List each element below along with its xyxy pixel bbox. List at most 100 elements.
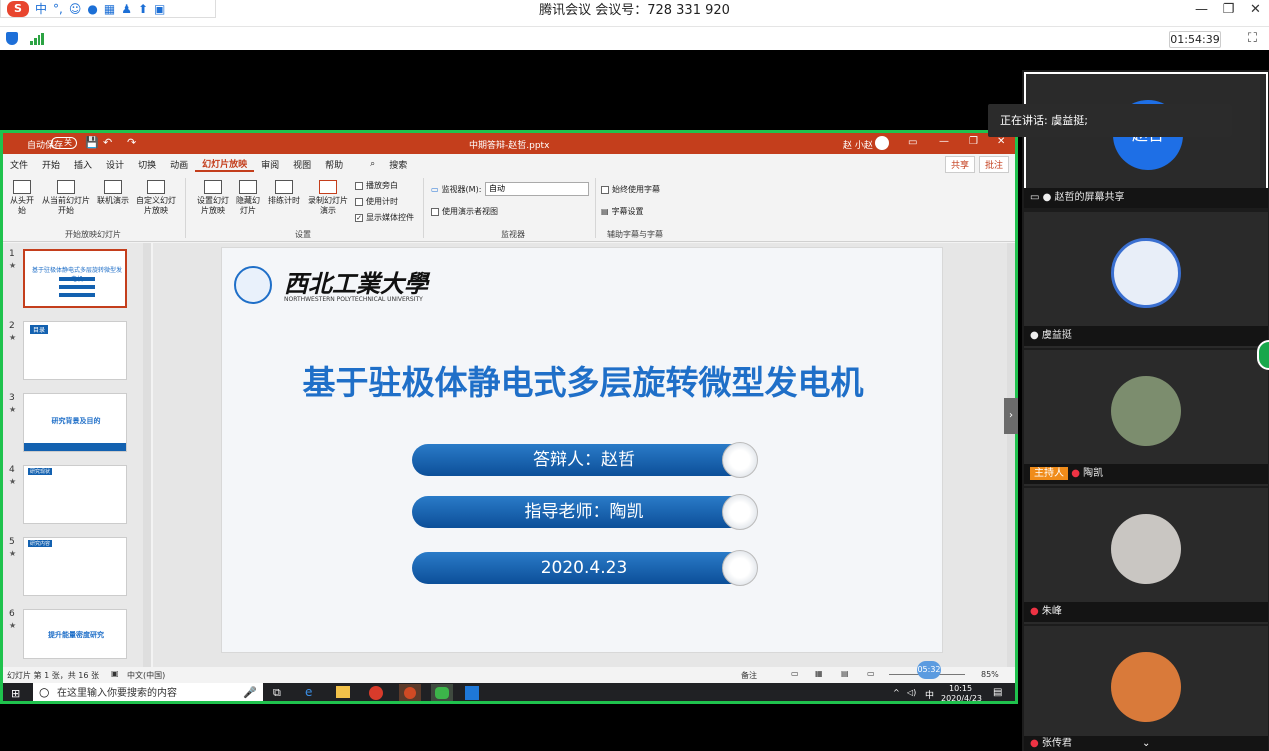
save-icon[interactable]: 💾 xyxy=(85,136,99,149)
taskbar-time[interactable]: 10:15 xyxy=(949,684,972,693)
ime-toolbar[interactable]: S 中 °, ☺ ● ▦ ♟ ⬆ ▣ xyxy=(0,0,216,18)
minimize-icon[interactable]: — xyxy=(939,136,949,147)
autosave-toggle[interactable]: 关 xyxy=(51,137,77,149)
subtitles-checkbox[interactable]: 始终使用字幕 xyxy=(601,184,660,195)
search-icon[interactable]: ⌕ xyxy=(350,159,382,169)
tray-chevron-icon[interactable]: ^ xyxy=(893,688,900,697)
cortana-icon[interactable]: ○ xyxy=(39,685,49,699)
keyboard-icon[interactable]: ▦ xyxy=(104,2,115,16)
from-current-button[interactable]: 从当前幻灯片开始 xyxy=(41,180,91,216)
collapse-icon[interactable]: ⌄ xyxy=(1142,736,1150,751)
close-button[interactable]: ✕ xyxy=(1242,0,1269,22)
share-button[interactable]: 共享 xyxy=(944,155,975,173)
next-page-arrow[interactable]: › xyxy=(1004,398,1018,434)
presenter-view-checkbox[interactable]: 使用演示者视图 xyxy=(431,206,498,217)
current-slide[interactable]: 西北工業大學 NORTHWESTERN POLYTECHNICAL UNIVER… xyxy=(221,247,943,653)
floating-status-icon[interactable] xyxy=(1257,340,1269,370)
tab-search[interactable]: 搜索 xyxy=(382,158,414,171)
tab-transitions[interactable]: 切换 xyxy=(131,158,163,171)
thumb-slide-6[interactable]: 提升能量密度研究 xyxy=(23,609,127,659)
mic-icon[interactable]: 🎤 xyxy=(243,686,257,699)
reading-view-icon[interactable]: ▤ xyxy=(841,669,849,678)
notification-icon[interactable]: ▤ xyxy=(993,687,1002,698)
thumb-slide-1[interactable]: 基于驻极体静电式多层旋转微型发电机 xyxy=(23,249,127,308)
record-button[interactable]: 录制幻灯片演示 xyxy=(305,180,351,216)
monitor-select[interactable]: 自动 xyxy=(485,182,589,196)
tencent-meeting-icon[interactable] xyxy=(465,686,479,700)
tab-file[interactable]: 文件 xyxy=(3,158,35,171)
zoom-level[interactable]: 85% xyxy=(981,670,999,679)
network-signal-icon[interactable] xyxy=(30,33,44,45)
thumb-slide-2[interactable]: 目录 xyxy=(23,321,127,380)
volume-icon[interactable]: ◁) xyxy=(907,688,916,697)
thumb-slide-4[interactable]: 研究现状 xyxy=(23,465,127,524)
fullscreen-icon[interactable]: ⛶ xyxy=(1248,31,1257,46)
setup-show-button[interactable]: 设置幻灯片放映 xyxy=(195,180,231,216)
upload-icon[interactable]: ⬆ xyxy=(138,2,148,16)
undo-icon[interactable]: ↶ xyxy=(103,136,112,149)
tab-review[interactable]: 审阅 xyxy=(254,158,286,171)
setup-show-label: 设置幻灯片放映 xyxy=(197,196,229,215)
taskbar-search-input[interactable]: 在这里输入你要搜索的内容 xyxy=(33,683,263,701)
tab-design[interactable]: 设计 xyxy=(99,158,131,171)
wechat-taskbar-button[interactable] xyxy=(431,684,453,701)
task-view-icon[interactable]: ⧉ xyxy=(273,686,281,700)
restore-button[interactable]: ❐ xyxy=(1215,0,1242,22)
restore-icon[interactable]: ❐ xyxy=(969,136,978,147)
accessibility-icon[interactable]: ▣ xyxy=(111,669,119,678)
tab-insert[interactable]: 插入 xyxy=(67,158,99,171)
hide-slide-button[interactable]: 隐藏幻灯片 xyxy=(235,180,261,216)
slide-sorter-icon[interactable]: ▦ xyxy=(815,669,823,678)
ppt-user[interactable]: 赵 小赵 xyxy=(843,138,873,151)
windows-start-icon[interactable]: ⊞ xyxy=(11,687,20,700)
tab-animations[interactable]: 动画 xyxy=(163,158,195,171)
rehearse-button[interactable]: 排练计时 xyxy=(267,180,301,206)
notes-button[interactable]: 备注 xyxy=(741,670,757,681)
redo-icon[interactable]: ↷ xyxy=(127,136,136,149)
custom-show-button[interactable]: 自定义幻灯片放映 xyxy=(133,180,179,216)
normal-view-icon[interactable]: ▭ xyxy=(791,669,799,678)
monitor-icon: ▭ xyxy=(431,185,439,194)
security-shield-icon[interactable] xyxy=(6,32,18,45)
netease-music-icon[interactable] xyxy=(369,686,383,700)
play-narration-checkbox[interactable]: 播放旁白 xyxy=(355,180,398,191)
powerpoint-taskbar-button[interactable] xyxy=(399,684,421,701)
meeting-title-bar: 腾讯会议 会议号：728 331 920 S 中 °, ☺ ● ▦ ♟ ⬆ ▣ … xyxy=(0,0,1269,26)
participant-tile[interactable] xyxy=(1024,626,1268,748)
taskbar-date[interactable]: 2020/4/23 xyxy=(941,694,982,701)
ime-punct[interactable]: °, xyxy=(53,2,63,16)
from-start-button[interactable]: 从头开始 xyxy=(7,180,37,216)
comment-button[interactable]: 批注 xyxy=(978,155,1009,173)
thumb-scrollbar[interactable] xyxy=(143,243,151,668)
ime-mode[interactable]: 中 xyxy=(35,0,47,17)
grid-icon[interactable]: ▣ xyxy=(154,2,165,16)
tab-help[interactable]: 帮助 xyxy=(318,158,350,171)
file-explorer-icon[interactable] xyxy=(336,686,350,698)
user-avatar-icon[interactable] xyxy=(875,136,889,150)
slide-scrollbar[interactable] xyxy=(1007,243,1015,667)
language-label[interactable]: 中文(中国) xyxy=(127,670,165,681)
ribbon-display-icon[interactable]: ▭ xyxy=(908,137,917,148)
participant-name-bar: ● 张传君 ⌄ xyxy=(1024,736,1268,751)
thumb-slide-5[interactable]: 研究内容 xyxy=(23,537,127,596)
tab-home[interactable]: 开始 xyxy=(35,158,67,171)
online-present-button[interactable]: 联机演示 xyxy=(97,180,129,206)
tab-slideshow[interactable]: 幻灯片放映 xyxy=(195,157,255,172)
use-timing-checkbox[interactable]: 使用计时 xyxy=(355,196,398,207)
minimize-button[interactable]: — xyxy=(1188,0,1215,22)
show-media-checkbox[interactable]: ✓ 显示媒体控件 xyxy=(355,212,414,223)
university-name-cn: 西北工業大學 xyxy=(284,269,428,298)
ppt-filename: 中期答辩-赵哲.pptx xyxy=(469,141,550,151)
close-icon[interactable]: ✕ xyxy=(997,136,1005,147)
slideshow-icon[interactable]: ▭ xyxy=(867,669,875,678)
edge-icon[interactable]: e xyxy=(305,685,312,699)
thumb-number: 2 xyxy=(9,321,15,331)
thumb-slide-3[interactable]: 研究背景及目的 xyxy=(23,393,127,452)
subtitle-settings-button[interactable]: ▤ 字幕设置 xyxy=(601,206,644,217)
emoji-icon[interactable]: ☺ xyxy=(69,2,82,16)
taskbar-ime[interactable]: 中 xyxy=(925,688,934,701)
user-icon[interactable]: ♟ xyxy=(121,2,132,16)
microphone-icon[interactable]: ● xyxy=(87,2,97,16)
separator xyxy=(423,178,424,238)
tab-view[interactable]: 视图 xyxy=(286,158,318,171)
